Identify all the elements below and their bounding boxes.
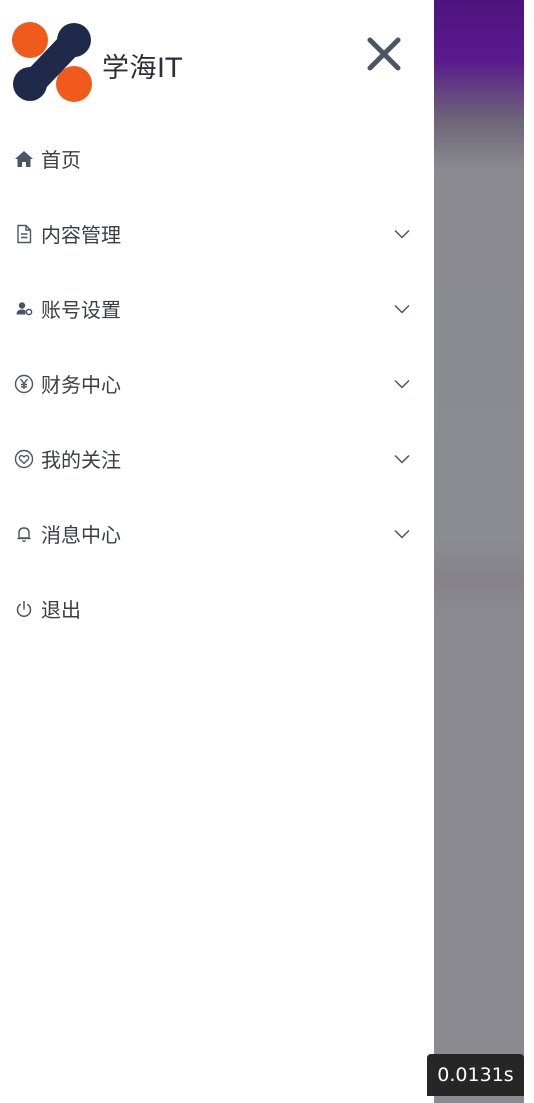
heart-icon: [14, 449, 34, 469]
chevron-down-icon[interactable]: [394, 379, 410, 389]
chevron-down-icon[interactable]: [394, 304, 410, 314]
menu-item-finance[interactable]: 财务中心: [0, 346, 434, 421]
brand[interactable]: 学海IT: [12, 22, 182, 102]
yen-icon: [14, 374, 34, 394]
side-drawer: 学海IT 首页 内容管理 账号设置 财务中心 我的关注 消息中心 退出: [0, 0, 434, 1103]
chevron-down-icon[interactable]: [394, 454, 410, 464]
user-settings-icon: [14, 299, 34, 319]
menu-item-label: 账号设置: [41, 298, 121, 322]
menu-item-label: 消息中心: [41, 523, 121, 547]
close-button[interactable]: [364, 34, 404, 74]
menu-item-following[interactable]: 我的关注: [0, 421, 434, 496]
menu-item-account-settings[interactable]: 账号设置: [0, 271, 434, 346]
menu-item-label: 首页: [41, 148, 81, 172]
scrollbar-gutter: [524, 0, 534, 1103]
side-menu: 首页 内容管理 账号设置 财务中心 我的关注 消息中心 退出: [0, 121, 434, 646]
brand-logo-icon: [12, 22, 92, 102]
menu-item-home[interactable]: 首页: [0, 121, 434, 196]
menu-item-label: 我的关注: [41, 448, 121, 472]
power-icon: [14, 599, 34, 619]
document-icon: [14, 224, 34, 244]
chevron-down-icon[interactable]: [394, 229, 410, 239]
brand-name: 学海IT: [102, 52, 183, 84]
menu-item-content[interactable]: 内容管理: [0, 196, 434, 271]
menu-item-messages[interactable]: 消息中心: [0, 496, 434, 571]
menu-item-label: 内容管理: [41, 223, 121, 247]
home-icon: [14, 149, 34, 169]
bell-icon: [14, 524, 34, 544]
menu-item-logout[interactable]: 退出: [0, 571, 434, 646]
chevron-down-icon[interactable]: [394, 529, 410, 539]
close-icon: [367, 37, 401, 71]
menu-item-label: 财务中心: [41, 373, 121, 397]
page-backdrop-overlay[interactable]: [434, 0, 524, 1103]
timer-badge: 0.0131s: [427, 1054, 524, 1096]
menu-item-label: 退出: [41, 598, 81, 622]
